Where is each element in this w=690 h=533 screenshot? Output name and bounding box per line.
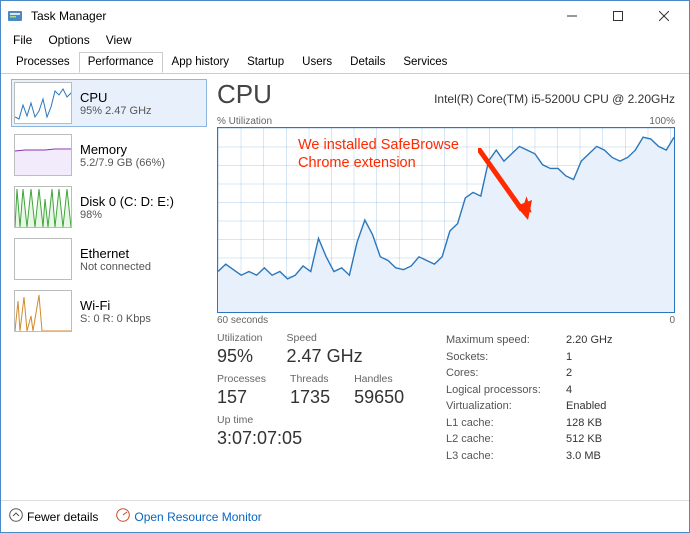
sidebar-label: Ethernet	[80, 246, 151, 261]
fewer-details-button[interactable]: Fewer details	[9, 508, 98, 525]
footer: Fewer details Open Resource Monitor	[1, 500, 689, 532]
info-key: L3 cache:	[446, 448, 566, 465]
stat-label: Up time	[217, 414, 446, 426]
stat-label: Threads	[290, 373, 330, 385]
info-value: 3.0 MB	[566, 448, 601, 465]
info-key: Virtualization:	[446, 398, 566, 415]
info-key: Cores:	[446, 365, 566, 382]
menu-bar: File Options View	[1, 31, 689, 51]
info-row: Cores:2	[446, 365, 675, 382]
info-row: Virtualization:Enabled	[446, 398, 675, 415]
content-area: CPU 95% 2.47 GHz Memory 5.2/7.9 GB (66%)	[1, 73, 689, 500]
app-icon	[7, 8, 23, 24]
tab-services[interactable]: Services	[394, 52, 456, 73]
tab-details[interactable]: Details	[341, 52, 394, 73]
chart-label-bl: 60 seconds	[217, 315, 268, 326]
stat-label: Utilization	[217, 332, 263, 344]
info-key: Maximum speed:	[446, 332, 566, 349]
resmon-icon	[116, 508, 130, 525]
chart-annotation: We installed SafeBrowse Chrome extension	[298, 136, 459, 172]
sidebar-sub: S: 0 R: 0 Kbps	[80, 313, 151, 325]
sidebar-sub: 98%	[80, 209, 174, 221]
info-value: 4	[566, 382, 572, 399]
menu-options[interactable]: Options	[40, 31, 97, 51]
disk-thumb	[14, 186, 72, 228]
tab-processes[interactable]: Processes	[7, 52, 79, 73]
memory-thumb	[14, 134, 72, 176]
wifi-thumb	[14, 290, 72, 332]
info-value: Enabled	[566, 398, 606, 415]
stat-value-utilization: 95%	[217, 346, 263, 367]
info-value: 1	[566, 349, 572, 366]
info-row: Logical processors:4	[446, 382, 675, 399]
info-key: Logical processors:	[446, 382, 566, 399]
stat-label: Handles	[354, 373, 404, 385]
info-value: 2.20 GHz	[566, 332, 612, 349]
ethernet-thumb	[14, 238, 72, 280]
sidebar-label: Wi-Fi	[80, 298, 151, 313]
stat-label: Speed	[287, 332, 363, 344]
info-row: L2 cache:512 KB	[446, 431, 675, 448]
info-row: L1 cache:128 KB	[446, 415, 675, 432]
chart-label-br: 0	[669, 315, 675, 326]
sidebar-label: CPU	[80, 90, 152, 105]
info-value: 128 KB	[566, 415, 602, 432]
title-bar: Task Manager	[1, 1, 689, 31]
cpu-thumb	[14, 82, 72, 124]
menu-view[interactable]: View	[98, 31, 140, 51]
tab-startup[interactable]: Startup	[238, 52, 293, 73]
maximize-button[interactable]	[595, 1, 641, 31]
arrow-icon	[478, 148, 538, 228]
main-panel: CPU Intel(R) Core(TM) i5-5200U CPU @ 2.2…	[211, 73, 689, 500]
stat-value-threads: 1735	[290, 387, 330, 408]
sidebar-sub: Not connected	[80, 261, 151, 273]
menu-file[interactable]: File	[5, 31, 40, 51]
sidebar-item-cpu[interactable]: CPU 95% 2.47 GHz	[11, 79, 207, 127]
tab-users[interactable]: Users	[293, 52, 341, 73]
app-title: Task Manager	[31, 9, 549, 23]
task-manager-window: Task Manager File Options View Processes…	[0, 0, 690, 533]
close-button[interactable]	[641, 1, 687, 31]
stat-value-processes: 157	[217, 387, 266, 408]
chart-label-tl: % Utilization	[217, 116, 272, 127]
info-key: Sockets:	[446, 349, 566, 366]
sidebar-label: Memory	[80, 142, 165, 157]
sidebar-label: Disk 0 (C: D: E:)	[80, 194, 174, 209]
sidebar-item-wifi[interactable]: Wi-Fi S: 0 R: 0 Kbps	[11, 287, 207, 335]
sidebar-item-ethernet[interactable]: Ethernet Not connected	[11, 235, 207, 283]
tab-performance[interactable]: Performance	[79, 52, 163, 73]
sidebar: CPU 95% 2.47 GHz Memory 5.2/7.9 GB (66%)	[1, 73, 211, 500]
stat-value-uptime: 3:07:07:05	[217, 428, 446, 449]
tab-strip: Processes Performance App history Startu…	[1, 52, 689, 74]
page-title: CPU	[217, 79, 434, 110]
stat-value-handles: 59650	[354, 387, 404, 408]
sidebar-item-disk[interactable]: Disk 0 (C: D: E:) 98%	[11, 183, 207, 231]
info-row: Sockets:1	[446, 349, 675, 366]
chart-label-tr: 100%	[649, 116, 675, 127]
info-value: 512 KB	[566, 431, 602, 448]
sidebar-sub: 5.2/7.9 GB (66%)	[80, 157, 165, 169]
info-row: Maximum speed:2.20 GHz	[446, 332, 675, 349]
sidebar-item-memory[interactable]: Memory 5.2/7.9 GB (66%)	[11, 131, 207, 179]
minimize-button[interactable]	[549, 1, 595, 31]
chevron-up-icon	[9, 508, 23, 525]
stat-label: Processes	[217, 373, 266, 385]
info-key: L1 cache:	[446, 415, 566, 432]
sidebar-sub: 95% 2.47 GHz	[80, 105, 152, 117]
cpu-chart: We installed SafeBrowse Chrome extension	[217, 127, 675, 313]
info-row: L3 cache:3.0 MB	[446, 448, 675, 465]
stat-value-speed: 2.47 GHz	[287, 346, 363, 367]
open-resource-monitor-link[interactable]: Open Resource Monitor	[116, 508, 261, 525]
info-value: 2	[566, 365, 572, 382]
tab-app-history[interactable]: App history	[163, 52, 239, 73]
cpu-model: Intel(R) Core(TM) i5-5200U CPU @ 2.20GHz	[434, 92, 675, 106]
info-key: L2 cache:	[446, 431, 566, 448]
